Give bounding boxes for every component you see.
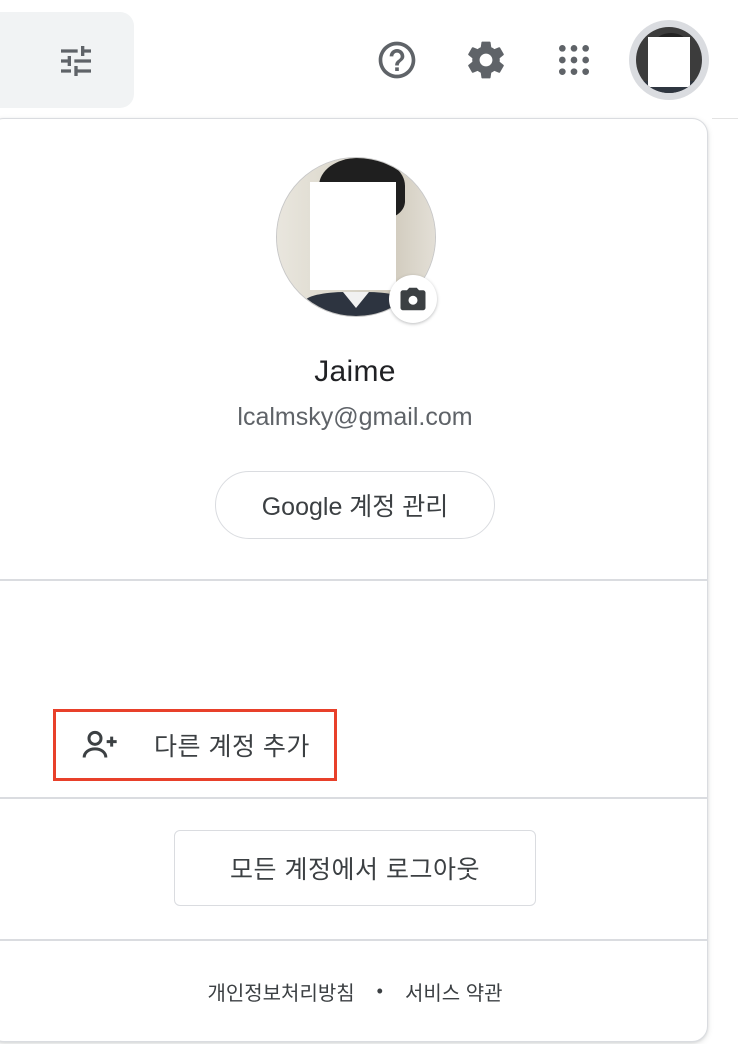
add-another-account-button[interactable]: 다른 계정 추가 <box>53 709 337 781</box>
account-avatar <box>636 27 702 93</box>
person-add-icon <box>76 721 124 769</box>
help-button[interactable] <box>373 36 421 84</box>
divider <box>0 579 707 581</box>
account-email: lcalmsky@gmail.com <box>237 403 473 431</box>
camera-icon <box>400 287 426 311</box>
settings-button[interactable] <box>462 36 510 84</box>
terms-of-service-link[interactable]: 서비스 약관 <box>405 977 503 1006</box>
account-avatar-button[interactable] <box>629 20 709 100</box>
tune-icon <box>61 46 91 76</box>
add-account-label: 다른 계정 추가 <box>154 733 310 761</box>
header-divider <box>712 118 738 119</box>
gear-icon <box>468 41 504 79</box>
footer-separator: • <box>376 981 383 1001</box>
account-menu-footer: 개인정보처리방침 • 서비스 약관 <box>0 977 707 1006</box>
account-name: Jaime <box>314 355 396 388</box>
search-options-button[interactable] <box>52 37 100 85</box>
google-apps-button[interactable] <box>550 36 598 84</box>
account-menu-screen: Jaime lcalmsky@gmail.com Google 계정 관리 다른… <box>0 0 738 1044</box>
help-circle-icon <box>378 41 416 79</box>
sign-out-all-button[interactable]: 모든 계정에서 로그아웃 <box>174 830 536 906</box>
change-photo-button[interactable] <box>389 275 437 323</box>
account-menu-popup: Jaime lcalmsky@gmail.com Google 계정 관리 다른… <box>0 118 708 1042</box>
privacy-policy-link[interactable]: 개인정보처리방침 <box>207 977 354 1006</box>
divider <box>0 797 707 799</box>
manage-google-account-button[interactable]: Google 계정 관리 <box>215 471 495 539</box>
divider <box>0 939 707 941</box>
apps-grid-icon <box>559 45 589 75</box>
